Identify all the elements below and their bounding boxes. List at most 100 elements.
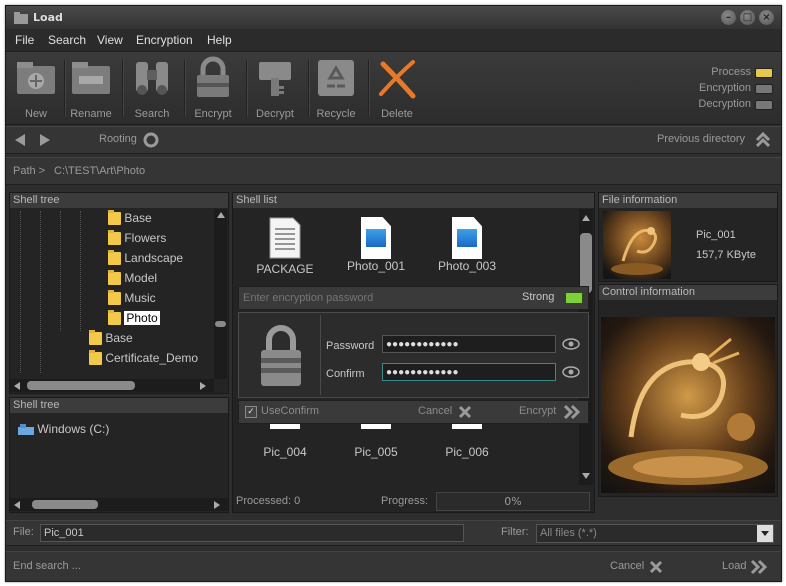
encryption-password-input[interactable]: [241, 289, 515, 307]
tree-item-certificate-demo[interactable]: Certificate_Demo: [89, 350, 198, 366]
file-label: Photo_001: [346, 259, 406, 273]
double-chevron-right-icon[interactable]: [563, 404, 581, 420]
use-confirm-label[interactable]: UseConfirm: [261, 405, 319, 417]
tree-item-landscape[interactable]: Landscape: [108, 250, 184, 266]
file-name-input[interactable]: [40, 524, 464, 542]
encrypt-button[interactable]: Encrypt: [184, 56, 242, 120]
vertical-scroll-thumb[interactable]: [580, 233, 592, 293]
scroll-left-icon[interactable]: [14, 382, 20, 390]
back-arrow-icon[interactable]: [13, 133, 27, 147]
load-button[interactable]: Load: [722, 560, 746, 572]
progress-value: 0%: [504, 495, 522, 508]
scroll-left-icon[interactable]: [14, 501, 20, 509]
shell-tree-drives-header: Shell tree: [10, 398, 228, 413]
horizontal-scrollbar[interactable]: [10, 379, 214, 392]
file-item-photo-003[interactable]: Photo_003: [427, 217, 507, 273]
path-value[interactable]: C:\TEST\Art\Photo: [54, 165, 145, 177]
menu-bar: File Search View Encryption Help: [6, 29, 781, 52]
password-entry-panel: Password Confirm: [238, 312, 589, 398]
refresh-icon[interactable]: [143, 132, 159, 148]
horizontal-scrollbar[interactable]: [10, 498, 228, 511]
menu-encryption[interactable]: Encryption: [136, 33, 193, 47]
cancel-x-icon[interactable]: [648, 559, 664, 575]
chevron-up-icon[interactable]: [755, 131, 771, 149]
image-file-icon: [361, 217, 391, 259]
progress-bar: 0%: [436, 492, 590, 511]
password-field[interactable]: [382, 335, 556, 353]
tree-item-label: Base: [105, 331, 133, 345]
file-label: File:: [13, 526, 34, 538]
scroll-right-icon[interactable]: [200, 382, 206, 390]
horizontal-scroll-thumb[interactable]: [27, 381, 135, 390]
drive-icon: [18, 423, 34, 435]
tree-item-label: Landscape: [124, 251, 184, 265]
scroll-down-icon[interactable]: [582, 473, 590, 479]
drive-windows-c[interactable]: Windows (C:): [18, 422, 109, 436]
show-confirm-eye-icon[interactable]: [562, 366, 580, 378]
tree-item-label: Base: [124, 211, 152, 225]
encrypt-label: Encrypt: [194, 108, 232, 120]
path-bar: Path > C:\TEST\Art\Photo: [6, 157, 781, 185]
double-chevron-right-icon[interactable]: [750, 559, 768, 575]
menu-view[interactable]: View: [97, 33, 123, 47]
process-indicator: [755, 68, 773, 78]
scroll-up-icon[interactable]: [582, 215, 590, 221]
tree-line: [80, 211, 81, 331]
title-bar: Load – □ ×: [6, 6, 781, 29]
minimize-button[interactable]: –: [721, 10, 736, 25]
vertical-scroll-thumb[interactable]: [215, 321, 226, 327]
filter-dropdown-button[interactable]: [757, 525, 773, 542]
lock-area: [241, 315, 321, 395]
path-label: Path >: [13, 165, 46, 177]
tree-item-photo[interactable]: Photo: [108, 310, 160, 326]
rename-button[interactable]: Rename: [62, 56, 120, 120]
folder-icon: [89, 350, 102, 366]
menu-help[interactable]: Help: [207, 33, 232, 47]
delete-button[interactable]: Delete: [368, 56, 426, 120]
progress-label: Progress:: [381, 495, 429, 507]
close-button[interactable]: ×: [759, 10, 774, 25]
window-title: Load: [33, 11, 63, 24]
tree-item-base[interactable]: Base: [108, 210, 152, 226]
dialog-encrypt-button[interactable]: Encrypt: [519, 405, 556, 417]
tree-item-model[interactable]: Model: [108, 270, 157, 286]
file-item-photo-001[interactable]: Photo_001: [336, 217, 416, 273]
password-action-bar: ✓ UseConfirm Cancel Encrypt: [238, 400, 589, 424]
use-confirm-checkbox[interactable]: ✓: [245, 406, 257, 418]
preview-image: [601, 317, 775, 493]
maximize-button[interactable]: □: [740, 10, 755, 25]
filter-select[interactable]: All files (*.*): [536, 524, 774, 543]
tree-item-music[interactable]: Music: [108, 290, 156, 306]
decrypt-button[interactable]: Decrypt: [246, 56, 304, 120]
search-button[interactable]: Search: [123, 56, 181, 120]
rooting-label[interactable]: Rooting: [99, 133, 137, 145]
menu-file[interactable]: File: [15, 33, 34, 47]
tree-item-base-parent[interactable]: Base: [89, 330, 133, 346]
cancel-x-icon[interactable]: [457, 404, 473, 420]
recycle-button[interactable]: Recycle: [307, 56, 365, 120]
previous-directory-label[interactable]: Previous directory: [657, 133, 745, 145]
encryption-password-bar: Strong: [238, 286, 589, 310]
tree-item-label: Music: [124, 291, 156, 305]
dialog-cancel-button[interactable]: Cancel: [418, 405, 452, 417]
file-label: Photo_003: [437, 259, 497, 273]
forward-arrow-icon[interactable]: [38, 133, 52, 147]
app-folder-icon: [14, 12, 28, 24]
tree-line: [20, 211, 21, 373]
file-item-package[interactable]: PACKAGE: [245, 217, 325, 276]
status-bar: End search ... Cancel Load: [6, 551, 781, 581]
menu-search[interactable]: Search: [48, 33, 86, 47]
confirm-password-field[interactable]: [382, 363, 556, 381]
process-indicator-label: Process: [711, 66, 751, 78]
delete-label: Delete: [381, 108, 413, 120]
chevron-down-icon: [761, 531, 769, 536]
scroll-right-icon[interactable]: [214, 501, 220, 509]
tree-item-flowers[interactable]: Flowers: [108, 230, 166, 246]
vertical-scrollbar[interactable]: [214, 209, 227, 379]
cancel-button[interactable]: Cancel: [610, 560, 644, 572]
horizontal-scroll-thumb[interactable]: [32, 500, 98, 509]
rename-label: Rename: [70, 108, 112, 120]
show-password-eye-icon[interactable]: [562, 338, 580, 350]
scroll-up-icon[interactable]: [217, 212, 225, 218]
new-button[interactable]: New: [7, 56, 65, 120]
